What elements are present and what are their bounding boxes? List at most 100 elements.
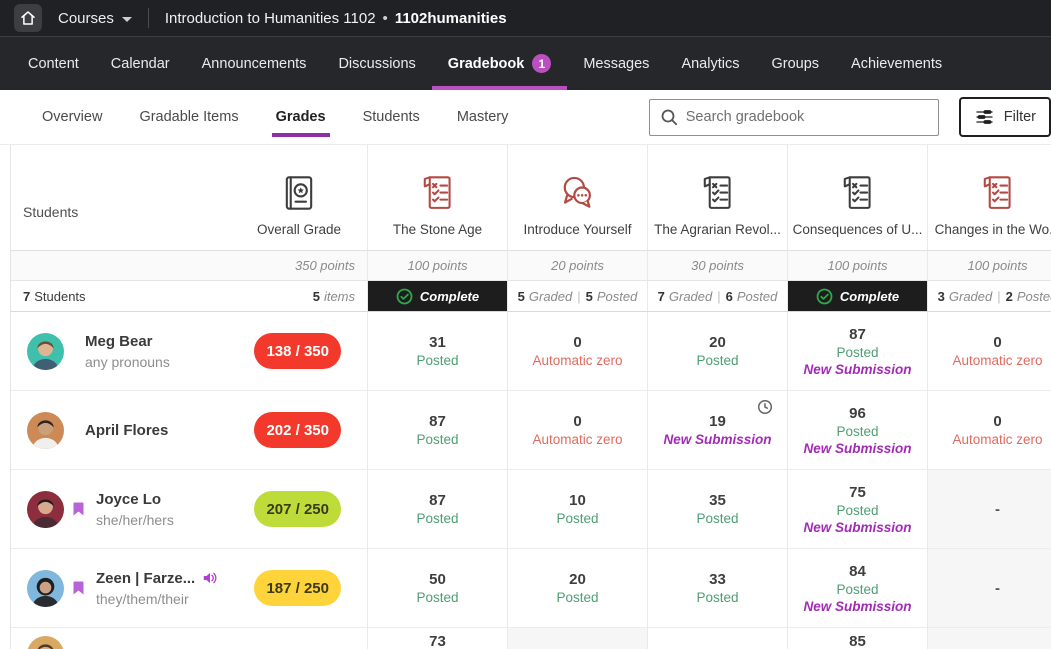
subtab-grades[interactable]: Grades: [274, 91, 328, 143]
avatar: [27, 333, 64, 370]
student-row[interactable]: 73 85: [11, 628, 1051, 649]
grade-cell[interactable]: 96 Posted New Submission: [788, 391, 928, 469]
student-name: Joyce Lo: [96, 491, 174, 508]
title-separator: •: [383, 10, 388, 27]
column-header-stone-age[interactable]: The Stone Age: [368, 145, 508, 250]
overall-grade-pill[interactable]: 187 / 250: [254, 570, 341, 606]
grade-cell[interactable]: 50 Posted: [368, 549, 508, 627]
overall-grade-pill[interactable]: 138 / 350: [254, 333, 341, 369]
grade-cell[interactable]: 19 New Submission: [648, 391, 788, 469]
search-input[interactable]: [686, 109, 928, 125]
tab-gradebook[interactable]: Gradebook 1: [432, 37, 568, 90]
student-cell[interactable]: Joyce Lo she/her/hers 207 / 250: [11, 470, 368, 548]
grade-cell-empty[interactable]: -: [928, 470, 1051, 548]
student-name: Meg Bear: [85, 333, 170, 350]
grade-cell[interactable]: [648, 628, 788, 649]
column-status-graded-posted: 5Graded | 5Posted: [508, 281, 648, 311]
search-box: [649, 99, 939, 136]
grade-cell-empty[interactable]: [928, 628, 1051, 649]
students-overall-header: Students Overall Grade: [11, 145, 368, 250]
student-row[interactable]: April Flores 202 / 350 87 Posted 0 Autom…: [11, 391, 1051, 470]
search-icon: [660, 108, 678, 126]
tab-messages[interactable]: Messages: [567, 37, 665, 90]
grade-cell[interactable]: 33 Posted: [648, 549, 788, 627]
grid-header-row: Students Overall Grade The Sto: [11, 145, 1051, 251]
student-cell[interactable]: Meg Bear any pronouns 138 / 350: [11, 312, 368, 390]
grade-cell-empty[interactable]: -: [928, 549, 1051, 627]
audio-pronunciation-icon[interactable]: [202, 571, 218, 585]
home-icon: [19, 9, 37, 27]
grade-cell[interactable]: 87 Posted: [368, 391, 508, 469]
discussion-icon: [557, 172, 599, 214]
grade-cell[interactable]: 87 Posted: [368, 470, 508, 548]
home-button[interactable]: [14, 4, 42, 32]
column-status-graded-posted: 7Graded | 6Posted: [648, 281, 788, 311]
students-column-header: Students: [23, 204, 78, 220]
column-header-introduce-yourself[interactable]: Introduce Yourself: [508, 145, 648, 250]
clock-icon: [757, 399, 773, 420]
overall-grade-pill[interactable]: 202 / 350: [254, 412, 341, 448]
chevron-down-icon: [122, 17, 132, 22]
tab-analytics[interactable]: Analytics: [665, 37, 755, 90]
grade-cell[interactable]: 0 Automatic zero: [508, 391, 648, 469]
assignment-icon: [979, 172, 1017, 214]
grade-cell[interactable]: 0 Automatic zero: [928, 312, 1051, 390]
column-points: 30 points: [648, 251, 788, 280]
complete-badge[interactable]: Complete: [788, 281, 927, 311]
gradebook-subnav: Overview Gradable Items Grades Students …: [0, 90, 1051, 145]
courses-label: Courses: [58, 10, 114, 27]
filter-sliders-icon: [974, 107, 995, 127]
grade-cell[interactable]: 31 Posted: [368, 312, 508, 390]
tab-groups[interactable]: Groups: [755, 37, 835, 90]
column-points: 100 points: [928, 251, 1051, 280]
column-header-consequences[interactable]: Consequences of U...: [788, 145, 928, 250]
grade-cell[interactable]: 35 Posted: [648, 470, 788, 548]
points-row: 350 points 100 points 20 points 30 point…: [11, 251, 1051, 281]
grade-cell[interactable]: 85: [788, 628, 928, 649]
grade-cell[interactable]: 20 Posted: [648, 312, 788, 390]
grade-cell[interactable]: 10 Posted: [508, 470, 648, 548]
column-status-complete: Complete: [788, 281, 928, 311]
status-row: 7Students 5items Complete 5Graded | 5Pos…: [11, 281, 1051, 312]
column-header-overall-grade[interactable]: Overall Grade: [237, 172, 361, 237]
filter-label: Filter: [1004, 109, 1036, 125]
student-pronouns: any pronouns: [85, 354, 170, 370]
filter-button[interactable]: Filter: [959, 97, 1051, 137]
tab-discussions[interactable]: Discussions: [322, 37, 431, 90]
student-cell[interactable]: [11, 628, 368, 649]
overall-grade-pill[interactable]: 207 / 250: [254, 491, 341, 527]
courses-dropdown[interactable]: Courses: [58, 10, 132, 27]
avatar: [27, 636, 64, 649]
student-row[interactable]: Zeen | Farze... they/them/their 187 / 25…: [11, 549, 1051, 628]
course-title: Introduction to Humanities 1102 • 1102hu…: [165, 10, 507, 27]
grade-cell[interactable]: 84 Posted New Submission: [788, 549, 928, 627]
grade-cell[interactable]: 75 Posted New Submission: [788, 470, 928, 548]
student-row[interactable]: Meg Bear any pronouns 138 / 350 31 Poste…: [11, 312, 1051, 391]
grade-cell[interactable]: 73: [368, 628, 508, 649]
assignment-icon: [839, 172, 877, 214]
tab-calendar[interactable]: Calendar: [95, 37, 186, 90]
gradebook-count-badge: 1: [532, 54, 551, 73]
student-cell[interactable]: Zeen | Farze... they/them/their 187 / 25…: [11, 549, 368, 627]
column-header-agrarian-revolution[interactable]: The Agrarian Revol...: [648, 145, 788, 250]
tab-achievements[interactable]: Achievements: [835, 37, 958, 90]
avatar: [27, 412, 64, 449]
student-row[interactable]: Joyce Lo she/her/hers 207 / 250 87 Poste…: [11, 470, 1051, 549]
grade-cell-empty[interactable]: [508, 628, 648, 649]
grade-cell[interactable]: 0 Automatic zero: [508, 312, 648, 390]
subtab-students[interactable]: Students: [361, 91, 422, 143]
student-pronouns: she/her/hers: [96, 512, 174, 528]
tab-content[interactable]: Content: [12, 37, 95, 90]
subtab-mastery[interactable]: Mastery: [455, 91, 511, 143]
grade-cell[interactable]: 20 Posted: [508, 549, 648, 627]
column-header-changes[interactable]: Changes in the Wo...: [928, 145, 1051, 250]
subtab-overview[interactable]: Overview: [40, 91, 104, 143]
grade-cell[interactable]: 87 Posted New Submission: [788, 312, 928, 390]
complete-badge[interactable]: Complete: [368, 281, 507, 311]
grade-cell[interactable]: 0 Automatic zero: [928, 391, 1051, 469]
subtab-gradable-items[interactable]: Gradable Items: [137, 91, 240, 143]
bookmark-flag-icon: [73, 581, 84, 595]
tab-announcements[interactable]: Announcements: [186, 37, 323, 90]
grade-book-icon: [279, 172, 319, 214]
student-cell[interactable]: April Flores 202 / 350: [11, 391, 368, 469]
